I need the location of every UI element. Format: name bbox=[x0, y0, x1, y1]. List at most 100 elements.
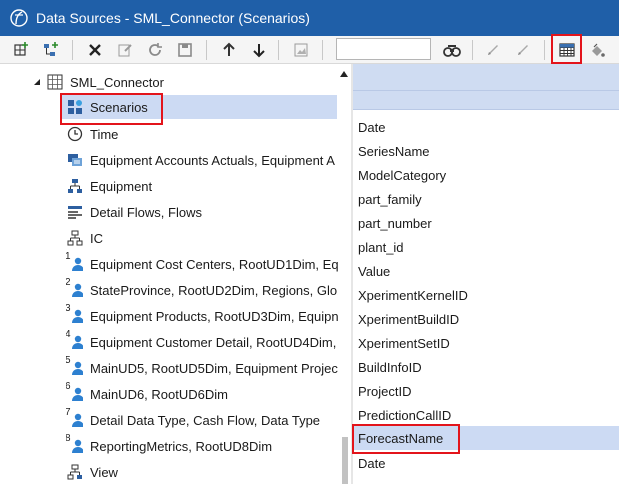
ud-icon: 1 bbox=[66, 252, 84, 273]
tree-item-label: StateProvince, RootUD2Dim, Regions, Glob bbox=[90, 282, 338, 298]
ud-number: 3 bbox=[66, 304, 71, 314]
tree-item-label: Equipment Accounts Actuals, Equipment A bbox=[90, 152, 335, 168]
tree-root-sml-connector[interactable]: SML_Connector bbox=[46, 70, 336, 94]
field-row[interactable]: Date bbox=[353, 451, 619, 475]
field-row[interactable]: Date bbox=[353, 115, 619, 139]
tree-item-label: MainUD6, RootUD6Dim bbox=[90, 386, 228, 402]
toolbar bbox=[0, 36, 619, 64]
field-row[interactable]: ModelCategory bbox=[353, 163, 619, 187]
tree-item-time[interactable]: Time bbox=[66, 122, 338, 146]
tree-item-ud1[interactable]: 1 Equipment Cost Centers, RootUD1Dim, Eq… bbox=[66, 252, 338, 276]
ud-icon: 4 bbox=[66, 330, 84, 351]
tree-item-label: Time bbox=[90, 126, 119, 142]
field-row[interactable]: part_family bbox=[353, 187, 619, 211]
tree-item-scenarios[interactable]: Scenarios bbox=[60, 95, 337, 119]
tree-item-ud4[interactable]: 4 Equipment Customer Detail, RootUD4Dim, bbox=[66, 330, 338, 354]
tree-item-ud8[interactable]: 8 ReportingMetrics, RootUD8Dim bbox=[66, 434, 338, 458]
save-icon[interactable] bbox=[174, 39, 196, 61]
window-title: Data Sources - SML_Connector (Scenarios) bbox=[36, 10, 310, 26]
tree-item-equipment[interactable]: Equipment bbox=[66, 174, 338, 198]
tree-item-label: ReportingMetrics, RootUD8Dim bbox=[90, 438, 273, 454]
app-logo-icon bbox=[8, 7, 30, 29]
grid-view-icon[interactable] bbox=[556, 39, 578, 61]
tree-item-ud6[interactable]: 6 MainUD6, RootUD6Dim bbox=[66, 382, 338, 406]
tree-item-label: IC bbox=[90, 230, 103, 246]
accounts-icon bbox=[66, 151, 84, 169]
pencil-alt-icon[interactable] bbox=[512, 39, 534, 61]
tree-item-label: Detail Data Type, Cash Flow, Data Type bbox=[90, 412, 321, 428]
ud-icon: 6 bbox=[66, 382, 84, 403]
field-row[interactable]: XperimentSetID bbox=[353, 331, 619, 355]
refresh-icon[interactable] bbox=[144, 39, 166, 61]
ud-icon: 7 bbox=[66, 408, 84, 429]
add-child-icon[interactable] bbox=[40, 39, 62, 61]
ud-number: 7 bbox=[66, 408, 71, 418]
scroll-up-arrow-icon[interactable] bbox=[339, 66, 349, 77]
image-icon[interactable] bbox=[290, 39, 312, 61]
hierarchy-icon bbox=[66, 177, 84, 195]
field-list-header bbox=[353, 64, 619, 110]
ud-number: 6 bbox=[66, 382, 71, 392]
tree-item-ud7[interactable]: 7 Detail Data Type, Cash Flow, Data Type bbox=[66, 408, 338, 432]
field-row-forecastname[interactable]: ForecastName bbox=[353, 426, 619, 450]
ud-icon: 8 bbox=[66, 434, 84, 455]
tree-item-ud3[interactable]: 3 Equipment Products, RootUD3Dim, Equipn bbox=[66, 304, 338, 328]
field-row[interactable]: XperimentKernelID bbox=[353, 283, 619, 307]
flows-icon bbox=[66, 203, 84, 221]
tree-item-label: Equipment Cost Centers, RootUD1Dim, Equ bbox=[90, 256, 338, 272]
ud-number: 8 bbox=[66, 434, 71, 444]
field-row[interactable]: SeriesName bbox=[353, 139, 619, 163]
ud-icon: 3 bbox=[66, 304, 84, 325]
header-divider bbox=[353, 90, 619, 91]
pencil-icon[interactable] bbox=[482, 39, 504, 61]
scrollbar-thumb[interactable] bbox=[342, 437, 348, 484]
tree-item-label: Detail Flows, Flows bbox=[90, 204, 202, 220]
field-row[interactable]: BuildInfoID bbox=[353, 355, 619, 379]
tree-item-ic[interactable]: IC bbox=[66, 226, 338, 250]
ud-number: 5 bbox=[66, 356, 71, 366]
ud-icon: 2 bbox=[66, 278, 84, 299]
tree-item-equipment-accounts[interactable]: Equipment Accounts Actuals, Equipment A bbox=[66, 148, 338, 172]
tree-item-label: Scenarios bbox=[90, 99, 148, 115]
tree-item-view[interactable]: View bbox=[66, 460, 338, 484]
edit-document-icon[interactable] bbox=[114, 39, 136, 61]
ud-number: 1 bbox=[66, 252, 71, 262]
data-source-icon bbox=[46, 73, 64, 91]
ud-number: 2 bbox=[66, 278, 71, 288]
field-row[interactable]: PredictionCallID bbox=[353, 403, 619, 427]
toolbar-search-input[interactable] bbox=[336, 38, 431, 60]
tree-item-ud5[interactable]: 5 MainUD5, RootUD5Dim, Equipment Projec bbox=[66, 356, 338, 380]
field-list-panel: Date SeriesName ModelCategory part_famil… bbox=[353, 64, 619, 484]
delete-icon[interactable] bbox=[84, 39, 106, 61]
add-data-source-icon[interactable] bbox=[10, 39, 32, 61]
search-run-icon[interactable] bbox=[441, 39, 463, 61]
tree-scrollbar[interactable] bbox=[339, 64, 351, 484]
tree-item-label: View bbox=[90, 464, 118, 480]
ud-number: 4 bbox=[66, 330, 71, 340]
tree-item-label: MainUD5, RootUD5Dim, Equipment Projec bbox=[90, 360, 338, 376]
ud-icon: 5 bbox=[66, 356, 84, 377]
fill-icon[interactable] bbox=[586, 39, 608, 61]
field-row[interactable]: Value bbox=[353, 259, 619, 283]
toolbar-separator bbox=[322, 40, 323, 60]
tree-item-detail-flows[interactable]: Detail Flows, Flows bbox=[66, 200, 338, 224]
tree-item-label: Equipment Customer Detail, RootUD4Dim, bbox=[90, 334, 337, 350]
field-row[interactable]: plant_id bbox=[353, 235, 619, 259]
move-up-icon[interactable] bbox=[218, 39, 240, 61]
tree-item-label: Equipment bbox=[90, 178, 153, 194]
toolbar-separator bbox=[544, 40, 545, 60]
field-row[interactable]: XperimentBuildID bbox=[353, 307, 619, 331]
move-down-icon[interactable] bbox=[248, 39, 270, 61]
tree-item-label: Equipment Products, RootUD3Dim, Equipn bbox=[90, 308, 338, 324]
view-icon bbox=[66, 463, 84, 481]
toolbar-separator bbox=[72, 40, 73, 60]
tree-root-label: SML_Connector bbox=[70, 74, 164, 90]
field-row[interactable]: ProjectID bbox=[353, 379, 619, 403]
tree-item-ud2[interactable]: 2 StateProvince, RootUD2Dim, Regions, Gl… bbox=[66, 278, 338, 302]
toolbar-separator bbox=[278, 40, 279, 60]
field-row[interactable]: part_number bbox=[353, 211, 619, 235]
collapse-arrow-icon[interactable] bbox=[32, 75, 42, 85]
toolbar-separator bbox=[472, 40, 473, 60]
ic-hierarchy-icon bbox=[66, 229, 84, 247]
clock-icon bbox=[66, 125, 84, 143]
